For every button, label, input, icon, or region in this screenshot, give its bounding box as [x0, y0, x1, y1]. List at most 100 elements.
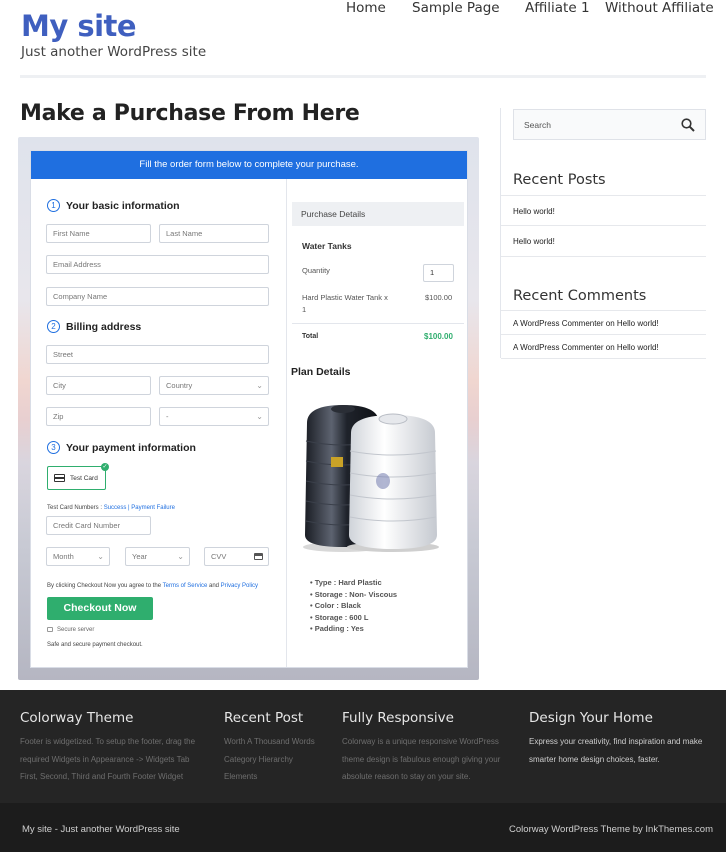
test-card-numbers: Test Card Numbers : Success | Payment Fa…	[47, 505, 175, 511]
test-numbers-label: Test Card Numbers :	[47, 505, 104, 511]
plan-details-title: Plan Details	[291, 366, 351, 378]
footer-post-link[interactable]: Elements	[224, 768, 315, 786]
year-select[interactable]: Year ⌄	[125, 547, 190, 566]
recent-post-link[interactable]: Hello world!	[513, 237, 555, 246]
footer-post-link[interactable]: Worth A Thousand Words	[224, 733, 315, 751]
company-input[interactable]: Company Name	[46, 287, 269, 306]
footer-title-design-home: Design Your Home	[529, 710, 653, 726]
section-title: Your payment information	[66, 441, 196, 454]
chevron-down-icon: ⌄	[256, 381, 263, 390]
site-title[interactable]: My site	[21, 9, 137, 43]
footer-bottom-bar: My site - Just another WordPress site Co…	[0, 803, 726, 852]
sidebar-border	[500, 108, 501, 358]
footer-line: theme design is fabulous enough giving y…	[342, 754, 501, 764]
quantity-input[interactable]: 1	[423, 264, 454, 282]
divider	[501, 225, 706, 226]
card-icon	[254, 553, 263, 560]
recent-post-link[interactable]: Hello world!	[513, 207, 555, 216]
footer-title-fully-responsive: Fully Responsive	[342, 710, 454, 726]
payment-failure-link[interactable]: Payment Failure	[131, 505, 175, 511]
purchase-details-header: Purchase Details	[292, 202, 464, 226]
credit-card-input[interactable]: Credit Card Number	[46, 516, 151, 535]
month-select[interactable]: Month ⌄	[46, 547, 110, 566]
chevron-down-icon: ⌄	[97, 552, 104, 561]
plan-item: Color : Black	[310, 600, 397, 612]
item-description: Hard Plastic Water Tank x	[302, 293, 388, 302]
credit-card-icon	[54, 474, 65, 482]
section-billing: 2 Billing address	[47, 320, 141, 333]
footer-line: Footer is widgetized. To setup the foote…	[20, 737, 196, 746]
quantity-label: Quantity	[302, 266, 330, 275]
zip-input[interactable]: Zip	[46, 407, 151, 426]
nav-item-sample-page[interactable]: Sample Page	[412, 0, 500, 16]
privacy-policy-link[interactable]: Privacy Policy	[221, 583, 258, 589]
footer-line: smarter home design choices, faster.	[529, 754, 660, 764]
city-input[interactable]: City	[46, 376, 151, 395]
terms-text: By clicking Checkout Now you agree to th…	[47, 583, 258, 589]
divider	[501, 195, 706, 196]
comment-on: on	[603, 343, 617, 352]
recent-comment: A WordPress Commenter on Hello world!	[513, 343, 659, 352]
street-input[interactable]: Street	[46, 345, 269, 364]
section-title: Billing address	[66, 320, 142, 333]
footer-line: Colorway is a unique responsive WordPres…	[342, 737, 499, 746]
section-payment: 3 Your payment information	[47, 441, 196, 454]
nav-item-without-affiliate[interactable]: Without Affiliate	[605, 0, 714, 16]
first-name-input[interactable]: First Name	[46, 224, 151, 243]
state-select-value: -	[166, 412, 169, 421]
agree-prefix: By clicking Checkout Now you agree to th…	[47, 583, 163, 589]
recent-comments-title: Recent Comments	[513, 288, 647, 304]
success-link[interactable]: Success	[104, 505, 127, 511]
site-tagline: Just another WordPress site	[21, 44, 207, 60]
cvv-placeholder: CVV	[211, 552, 227, 561]
product-name: Water Tanks	[302, 241, 352, 251]
plan-details-list: Type : Hard Plastic Storage : Non- Visco…	[310, 577, 397, 635]
plan-item: Storage : Non- Viscous	[310, 589, 397, 601]
cvv-input[interactable]: CVV	[204, 547, 269, 566]
footer-text-responsive: Colorway is a unique responsive WordPres…	[342, 733, 500, 786]
divider	[501, 334, 706, 335]
divider	[292, 323, 464, 324]
footer: Colorway Theme Footer is widgetized. To …	[0, 690, 726, 803]
footer-line: required Widgets in Appearance -> Widget…	[20, 754, 190, 764]
footer-line: absolute reason to stay on your site.	[342, 772, 471, 781]
plan-item: Type : Hard Plastic	[310, 577, 397, 589]
step-number: 3	[47, 441, 60, 454]
comment-post-link[interactable]: Hello world!	[617, 319, 659, 328]
footer-line: First, Second, Third and Fourth Footer W…	[20, 772, 184, 781]
section-title: Your basic information	[66, 199, 180, 212]
item-quantity: 1	[302, 305, 307, 314]
nav-item-home[interactable]: Home	[346, 0, 386, 16]
comment-post-link[interactable]: Hello world!	[617, 343, 659, 352]
email-input[interactable]: Email Address	[46, 255, 269, 274]
safe-checkout-text: Safe and secure payment checkout.	[47, 642, 143, 648]
header-divider	[20, 75, 706, 78]
step-number: 2	[47, 320, 60, 333]
chevron-down-icon: ⌄	[256, 412, 263, 421]
checkout-now-button[interactable]: Checkout Now	[47, 597, 153, 620]
plan-item: Padding : Yes	[310, 623, 397, 635]
footer-post-link[interactable]: Category Hierarchy	[224, 751, 315, 769]
terms-of-service-link[interactable]: Terms of Service	[163, 583, 208, 589]
nav-item-affiliate-1[interactable]: Affiliate 1	[525, 0, 590, 16]
test-card-option[interactable]: Test Card	[47, 466, 106, 490]
recent-posts-title: Recent Posts	[513, 172, 606, 188]
form-banner: Fill the order form below to complete yo…	[31, 151, 467, 179]
search-input[interactable]: Search	[513, 109, 706, 140]
comment-author-link[interactable]: A WordPress Commenter	[513, 319, 604, 328]
step-number: 1	[47, 199, 60, 212]
comment-author-link[interactable]: A WordPress Commenter	[513, 343, 604, 352]
footer-site-credit[interactable]: My site - Just another WordPress site	[22, 824, 180, 835]
and-text: and	[207, 583, 221, 589]
state-select[interactable]: - ⌄	[159, 407, 269, 426]
recent-comment: A WordPress Commenter on Hello world!	[513, 319, 659, 328]
country-select-value: Country	[166, 381, 193, 390]
comment-on: on	[603, 319, 617, 328]
last-name-input[interactable]: Last Name	[159, 224, 269, 243]
check-icon: ✓	[101, 463, 109, 471]
country-select[interactable]: Country ⌄	[159, 376, 269, 395]
search-icon[interactable]	[681, 118, 695, 132]
footer-text-colorway: Footer is widgetized. To setup the foote…	[20, 733, 195, 786]
footer-theme-credit[interactable]: Colorway WordPress Theme by InkThemes.co…	[509, 824, 713, 835]
year-select-value: Year	[132, 552, 148, 561]
